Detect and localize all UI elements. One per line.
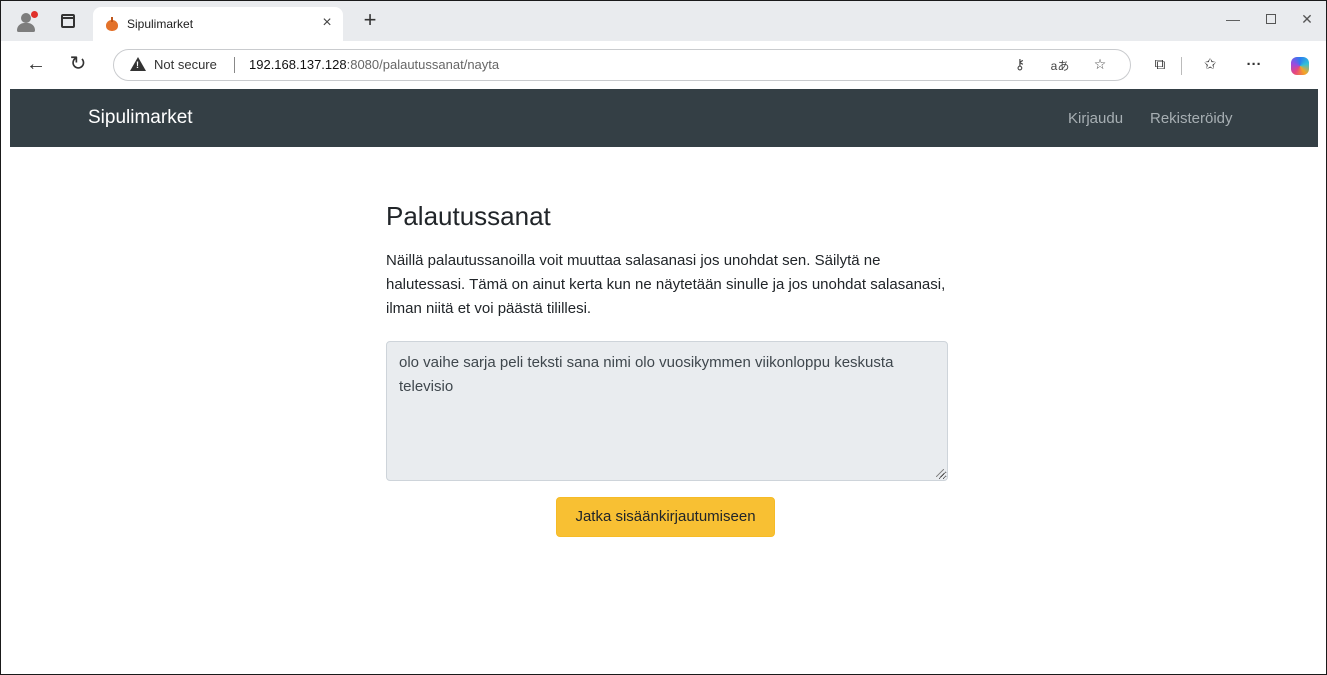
warning-icon[interactable]: [130, 57, 146, 71]
reload-icon[interactable]: ↻: [65, 51, 91, 77]
more-menu-icon[interactable]: ···: [1242, 53, 1266, 77]
tab-strip: Sipulimarket × + — ✕: [1, 1, 1326, 41]
recovery-words-textarea[interactable]: olo vaihe sarja peli teksti sana nimi ol…: [386, 341, 948, 481]
continue-to-login-button[interactable]: Jatka sisäänkirjautumiseen: [556, 497, 775, 537]
maximize-icon[interactable]: [1261, 9, 1281, 29]
nav-register-link[interactable]: Rekisteröidy: [1150, 110, 1233, 127]
page-title: Palautussanat: [386, 201, 551, 231]
tab-actions-icon[interactable]: [61, 14, 75, 28]
security-label[interactable]: Not secure: [154, 57, 217, 72]
divider: [234, 57, 235, 73]
resize-handle-icon[interactable]: [936, 469, 944, 477]
brand-logo-text[interactable]: Sipulimarket: [88, 107, 193, 129]
password-key-icon[interactable]: ⚷: [1010, 56, 1030, 73]
site-navbar: Sipulimarket Kirjaudu Rekisteröidy: [10, 89, 1318, 147]
address-bar[interactable]: Not secure 192.168.137.128:8080/palautus…: [113, 49, 1131, 81]
recovery-description: Näillä palautussanoilla voit muuttaa sal…: [386, 252, 946, 317]
tab-close-icon[interactable]: ×: [319, 13, 335, 33]
recovery-words-text: olo vaihe sarja peli teksti sana nimi ol…: [399, 354, 894, 395]
toolbar-divider: [1181, 57, 1182, 75]
tab-title: Sipulimarket: [127, 17, 194, 31]
browser-window: Sipulimarket × + — ✕ ← ↻ Not secure 192.…: [0, 0, 1327, 675]
minimize-icon[interactable]: —: [1223, 9, 1243, 29]
onion-favicon-icon: [105, 17, 119, 31]
favorite-star-icon[interactable]: ☆: [1090, 56, 1110, 73]
nav-login-link[interactable]: Kirjaudu: [1068, 110, 1123, 127]
profile-avatar-icon[interactable]: [15, 11, 39, 33]
back-arrow-icon[interactable]: ←: [23, 51, 49, 77]
tab-sipulimarket[interactable]: Sipulimarket ×: [93, 7, 343, 41]
close-window-icon[interactable]: ✕: [1297, 9, 1317, 29]
favorites-list-icon[interactable]: ✩: [1198, 53, 1222, 77]
extensions-icon[interactable]: ⧉: [1148, 53, 1172, 77]
copilot-icon[interactable]: [1291, 57, 1309, 75]
url-text[interactable]: 192.168.137.128:8080/palautussanat/nayta: [249, 57, 499, 72]
browser-toolbar: ← ↻ Not secure 192.168.137.128:8080/pala…: [1, 41, 1326, 89]
new-tab-icon[interactable]: +: [359, 9, 381, 31]
main-content: Palautussanat Näillä palautussanoilla vo…: [386, 201, 948, 537]
read-aloud-icon[interactable]: aあ: [1050, 57, 1070, 74]
